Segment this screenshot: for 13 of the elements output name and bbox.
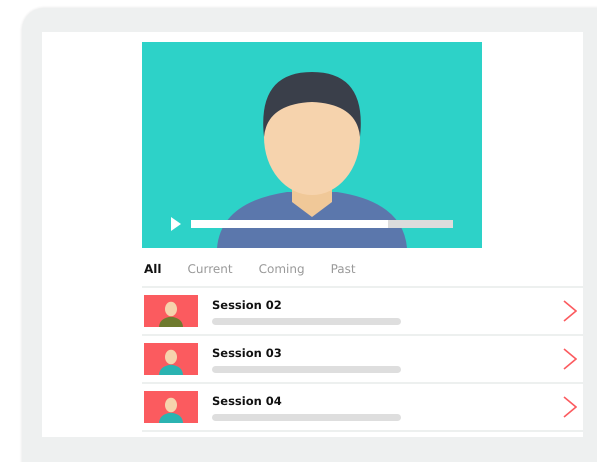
filter-tab[interactable]: Current bbox=[188, 262, 233, 276]
filter-tab[interactable]: Coming bbox=[258, 262, 305, 276]
session-title: Session 02 bbox=[212, 298, 283, 312]
video-player[interactable] bbox=[142, 42, 482, 248]
filter-tab[interactable]: Past bbox=[330, 262, 356, 276]
filter-tab[interactable]: All bbox=[144, 262, 162, 276]
chevron-right-icon[interactable] bbox=[563, 396, 577, 418]
chevron-right-icon[interactable] bbox=[563, 348, 577, 370]
session-title: Session 03 bbox=[212, 346, 283, 360]
progress-track[interactable] bbox=[191, 220, 453, 228]
session-title: Session 04 bbox=[212, 394, 283, 408]
chevron-right-icon[interactable] bbox=[563, 300, 577, 322]
play-icon[interactable] bbox=[170, 217, 182, 231]
